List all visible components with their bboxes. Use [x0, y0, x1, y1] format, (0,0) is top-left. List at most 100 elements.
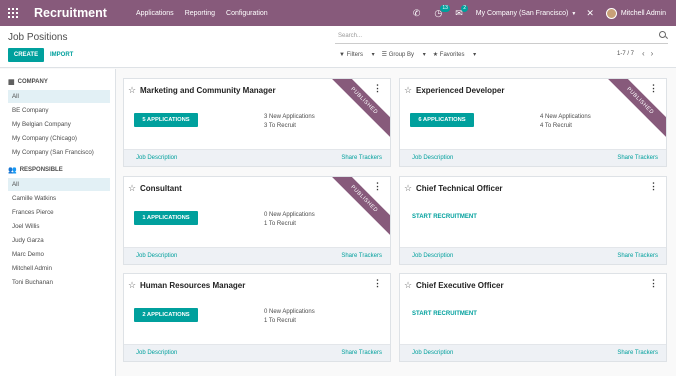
card-footer: Job Description Share Trackers — [400, 344, 666, 361]
responsible-filter-item[interactable]: Toni Buchanan — [8, 276, 110, 289]
share-trackers-link[interactable]: Share Trackers — [341, 253, 382, 259]
group-by-dropdown[interactable]: ☰ Group By ▾ — [382, 51, 426, 58]
applications-button[interactable]: 6 APPLICATIONS — [410, 113, 474, 127]
job-title: Consultant — [140, 184, 182, 193]
search-input[interactable]: Search... — [335, 30, 668, 44]
star-icon[interactable]: ☆ — [404, 280, 412, 291]
job-description-link[interactable]: Job Description — [136, 253, 177, 259]
kebab-menu-icon[interactable]: ⋮ — [373, 181, 382, 192]
share-trackers-link[interactable]: Share Trackers — [341, 155, 382, 161]
top-navbar: Recruitment Applications Reporting Confi… — [0, 0, 676, 26]
search-panel: ▦ COMPANY All BE Company My Belgian Compa… — [0, 69, 116, 376]
star-icon[interactable]: ☆ — [404, 183, 412, 194]
activity-icon[interactable]: ◷ 13 — [434, 4, 450, 19]
share-trackers-link[interactable]: Share Trackers — [617, 253, 658, 259]
to-recruit-text: 4 To Recruit — [540, 123, 572, 129]
job-description-link[interactable]: Job Description — [136, 155, 177, 161]
new-applications-link[interactable]: 0 New Applications — [264, 308, 315, 317]
card-footer: Job Description Share Trackers — [124, 344, 390, 361]
applications-button[interactable]: 5 APPLICATIONS — [134, 113, 198, 127]
building-icon: ▦ — [8, 79, 15, 86]
job-card[interactable]: ☆ Chief Executive Officer ⋮ START RECRUI… — [399, 273, 667, 362]
menu-applications[interactable]: Applications — [136, 10, 174, 17]
users-icon: 👥 — [8, 167, 17, 174]
responsible-filter-item[interactable]: Frances Pierce — [8, 206, 110, 219]
start-recruitment-button[interactable]: START RECRUITMENT — [412, 311, 477, 317]
job-description-link[interactable]: Job Description — [412, 350, 453, 356]
control-panel: Job Positions CREATE IMPORT Search... ▼ … — [0, 26, 676, 68]
messages-icon[interactable]: ✉ 2 — [455, 4, 468, 19]
company-filter-all[interactable]: All — [8, 90, 110, 103]
message-count-badge: 2 — [461, 4, 468, 12]
search-icon[interactable] — [659, 31, 666, 38]
company-filter-item[interactable]: My Belgian Company — [8, 118, 110, 131]
company-switcher[interactable]: My Company (San Francisco) ▼ — [476, 10, 577, 17]
job-card[interactable]: ☆ Consultant PUBLISHED ⋮ 1 APPLICATIONS … — [123, 176, 391, 265]
company-filter-item[interactable]: BE Company — [8, 104, 110, 117]
card-footer: Job Description Share Trackers — [400, 247, 666, 264]
company-filter-item[interactable]: My Company (Chicago) — [8, 132, 110, 145]
kebab-menu-icon[interactable]: ⋮ — [649, 181, 658, 192]
job-title: Experienced Developer — [416, 86, 505, 95]
filters-dropdown[interactable]: ▼ Filters ▾ — [339, 51, 375, 58]
responsible-filter-item[interactable]: Marc Demo — [8, 248, 110, 261]
responsible-filter-heading: 👥 RESPONSIBLE — [8, 167, 63, 174]
job-card[interactable]: ☆ Experienced Developer PUBLISHED ⋮ 6 AP… — [399, 78, 667, 167]
responsible-filter-item[interactable]: Joel Willis — [8, 220, 110, 233]
create-button[interactable]: CREATE — [8, 48, 44, 62]
star-icon[interactable]: ☆ — [128, 85, 136, 96]
responsible-filter-item[interactable]: Judy Garza — [8, 234, 110, 247]
app-title[interactable]: Recruitment — [34, 6, 107, 20]
new-applications-link[interactable]: 3 New Applications — [264, 113, 315, 122]
kebab-menu-icon[interactable]: ⋮ — [373, 278, 382, 289]
apps-menu-icon[interactable] — [8, 8, 18, 18]
activity-count-badge: 13 — [440, 4, 450, 12]
applications-button[interactable]: 2 APPLICATIONS — [134, 308, 198, 322]
menu-configuration[interactable]: Configuration — [226, 10, 268, 17]
star-icon[interactable]: ☆ — [128, 183, 136, 194]
user-menu[interactable]: Mitchell Admin — [621, 10, 666, 17]
kebab-menu-icon[interactable]: ⋮ — [373, 83, 382, 94]
job-card[interactable]: ☆ Marketing and Community Manager PUBLIS… — [123, 78, 391, 167]
responsible-filter-item[interactable]: Mitchell Admin — [8, 262, 110, 275]
to-recruit-text: 1 To Recruit — [264, 221, 296, 227]
applications-button[interactable]: 1 APPLICATIONS — [134, 211, 198, 225]
card-footer: Job Description Share Trackers — [124, 149, 390, 166]
company-filter-item[interactable]: My Company (San Francisco) — [8, 146, 110, 159]
debug-tools-icon[interactable]: ✕ — [586, 8, 594, 19]
job-description-link[interactable]: Job Description — [136, 350, 177, 356]
pager-prev-icon[interactable]: ‹ — [642, 49, 651, 58]
avatar[interactable] — [605, 7, 617, 19]
search-placeholder: Search... — [338, 33, 363, 39]
kebab-menu-icon[interactable]: ⋮ — [649, 278, 658, 289]
new-applications-link[interactable]: 0 New Applications — [264, 211, 315, 220]
job-title: Marketing and Community Manager — [140, 86, 276, 95]
pager-next-icon[interactable]: › — [651, 49, 660, 58]
share-trackers-link[interactable]: Share Trackers — [617, 350, 658, 356]
share-trackers-link[interactable]: Share Trackers — [617, 155, 658, 161]
job-title: Human Resources Manager — [140, 281, 246, 290]
phone-icon[interactable]: ✆ — [413, 8, 421, 19]
pager-value[interactable]: 1-7 / 7 — [617, 51, 634, 57]
to-recruit-text: 1 To Recruit — [264, 318, 296, 324]
menu-reporting[interactable]: Reporting — [185, 10, 215, 17]
new-applications-link[interactable]: 4 New Applications — [540, 113, 591, 122]
responsible-filter-item[interactable]: Camille Watkins — [8, 192, 110, 205]
star-icon[interactable]: ☆ — [128, 280, 136, 291]
job-card[interactable]: ☆ Chief Technical Officer ⋮ START RECRUI… — [399, 176, 667, 265]
star-icon[interactable]: ☆ — [404, 85, 412, 96]
card-footer: Job Description Share Trackers — [400, 149, 666, 166]
kebab-menu-icon[interactable]: ⋮ — [649, 83, 658, 94]
start-recruitment-button[interactable]: START RECRUITMENT — [412, 214, 477, 220]
import-button[interactable]: IMPORT — [50, 48, 73, 62]
job-title: Chief Executive Officer — [416, 281, 504, 290]
share-trackers-link[interactable]: Share Trackers — [341, 350, 382, 356]
responsible-filter-all[interactable]: All — [8, 178, 110, 191]
job-description-link[interactable]: Job Description — [412, 253, 453, 259]
favorites-dropdown[interactable]: ★ Favorites ▾ — [433, 51, 476, 58]
job-card[interactable]: ☆ Human Resources Manager ⋮ 2 APPLICATIO… — [123, 273, 391, 362]
card-footer: Job Description Share Trackers — [124, 247, 390, 264]
job-description-link[interactable]: Job Description — [412, 155, 453, 161]
company-name: My Company (San Francisco) — [475, 9, 569, 17]
chevron-down-icon: ▼ — [571, 10, 577, 17]
